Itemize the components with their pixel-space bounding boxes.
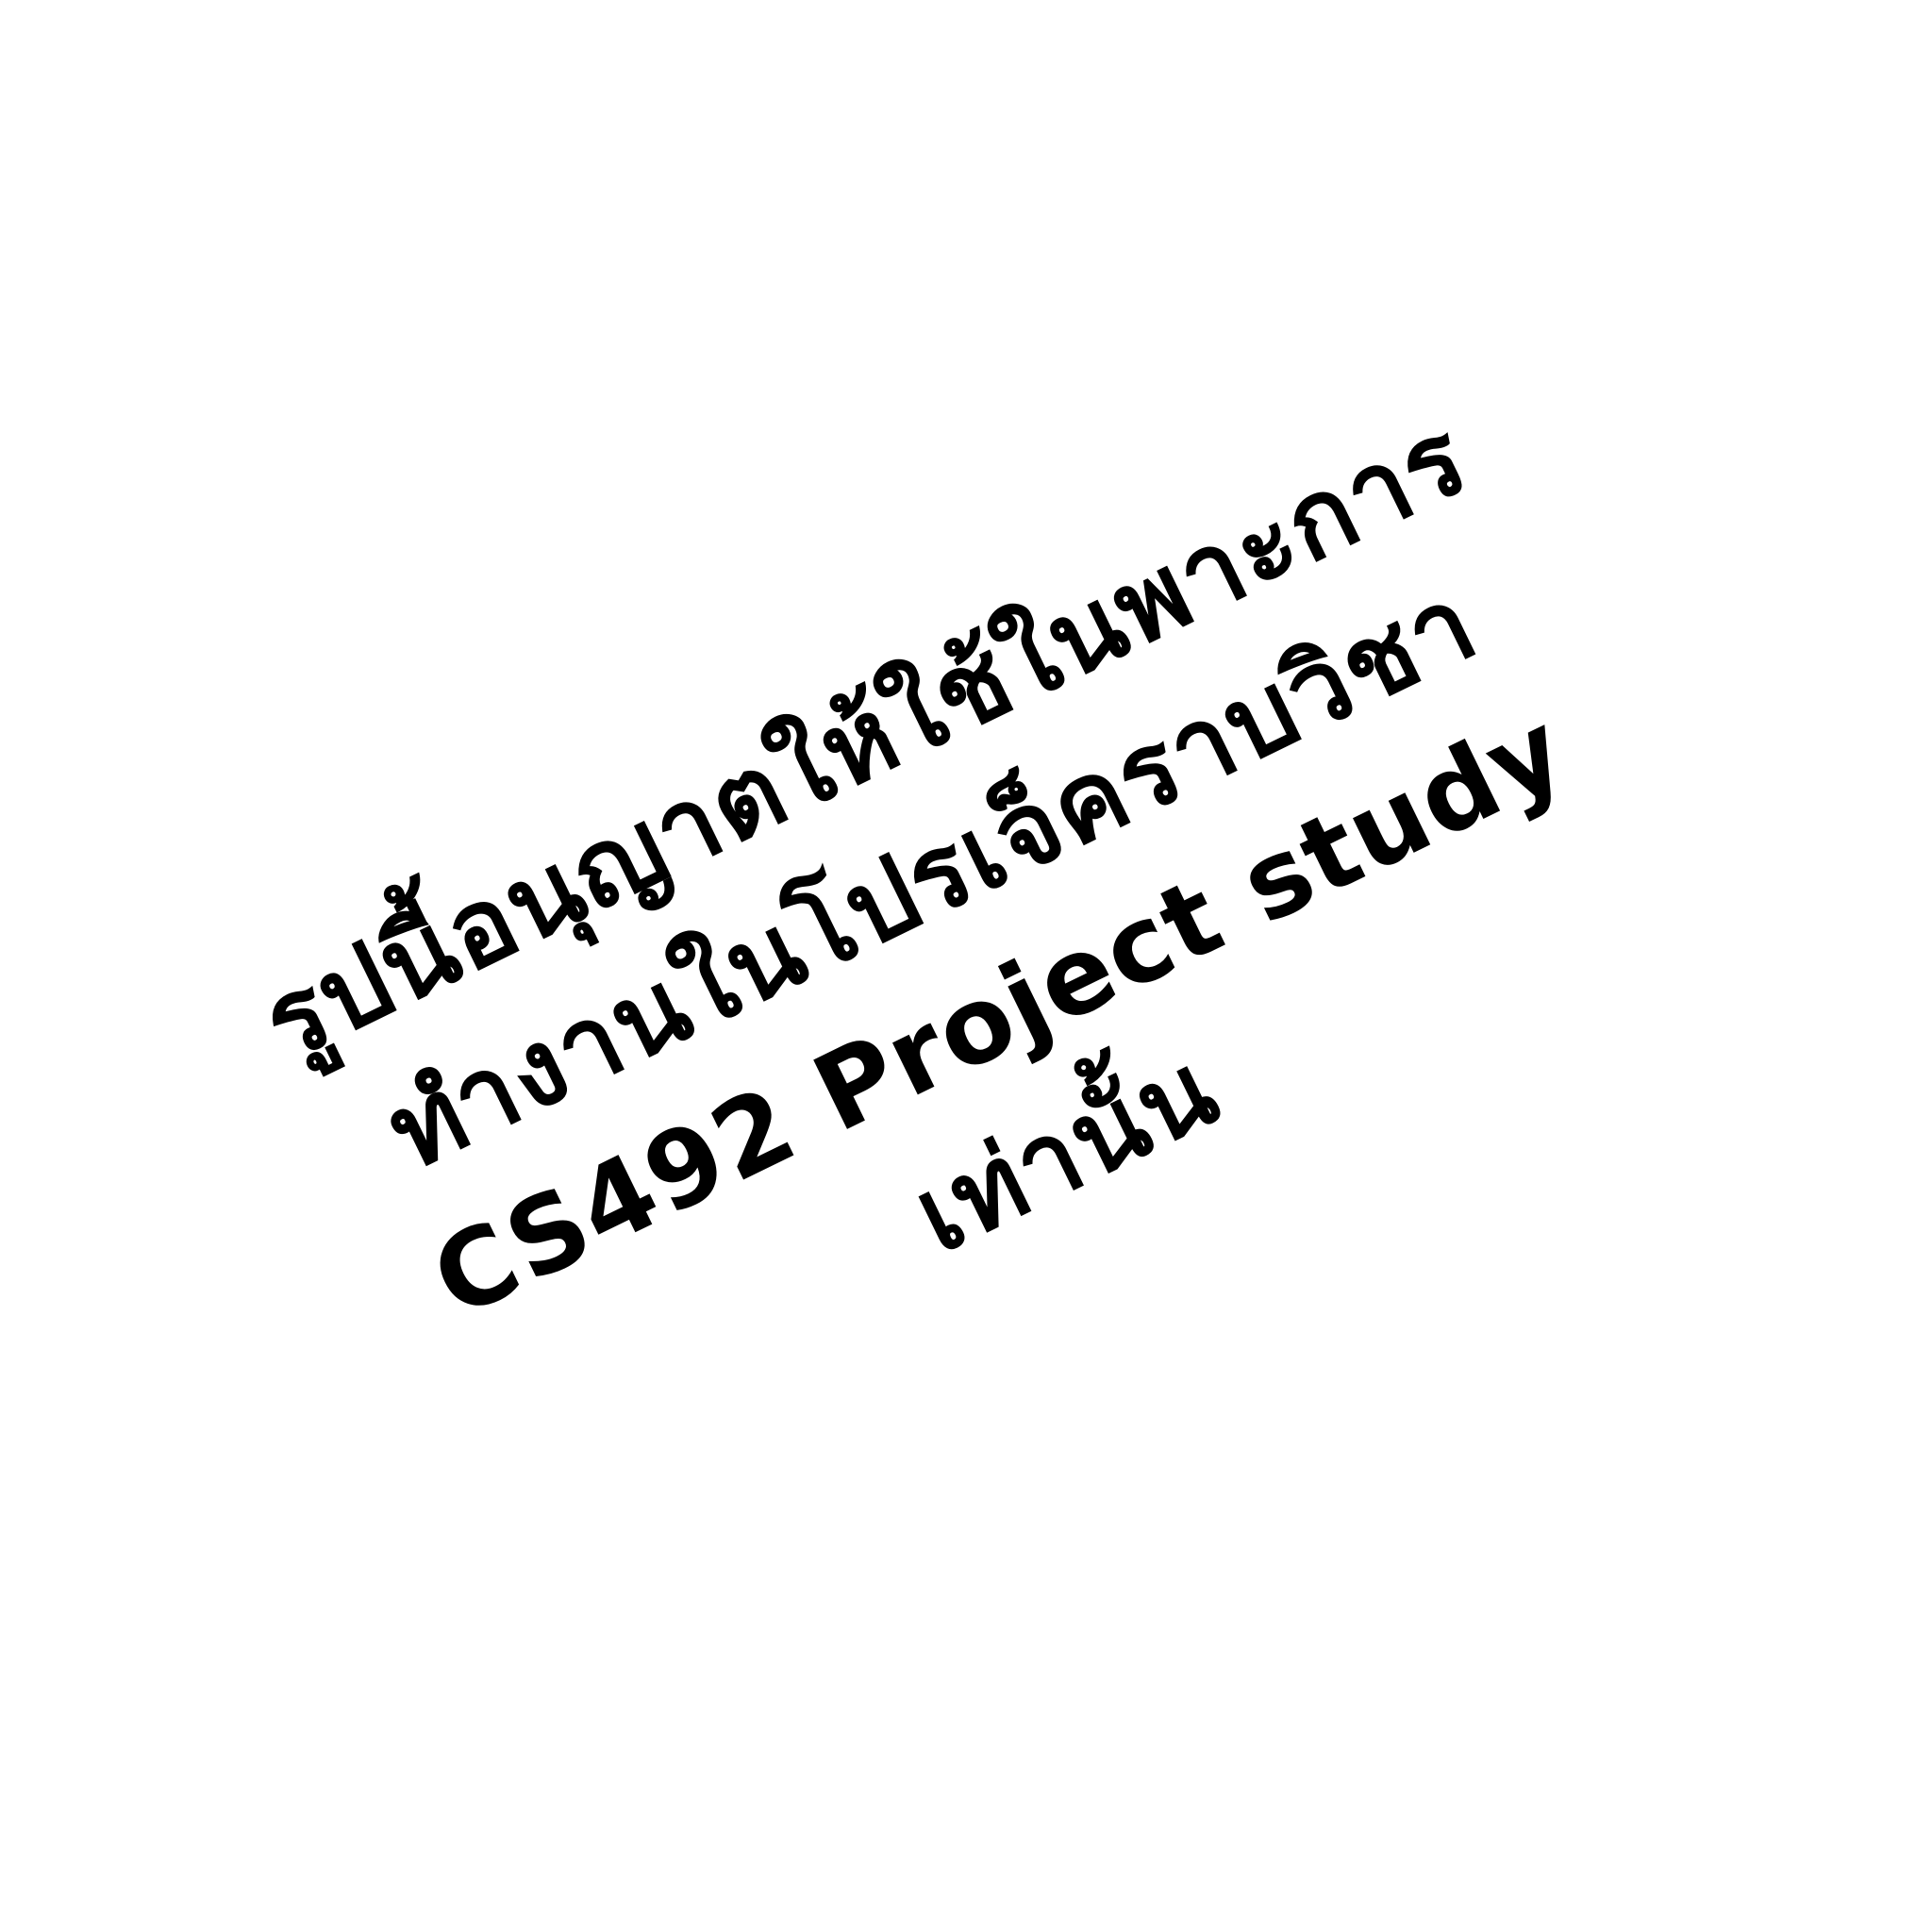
image-canvas: รูปนี้อนุญาตให้ใช้ในพาะการ ทำงานในโปรเจ็… xyxy=(0,0,1932,1932)
usage-notice: รูปนี้อนุญาตให้ใช้ในพาะการ ทำงานในโปรเจ็… xyxy=(188,358,1744,1536)
